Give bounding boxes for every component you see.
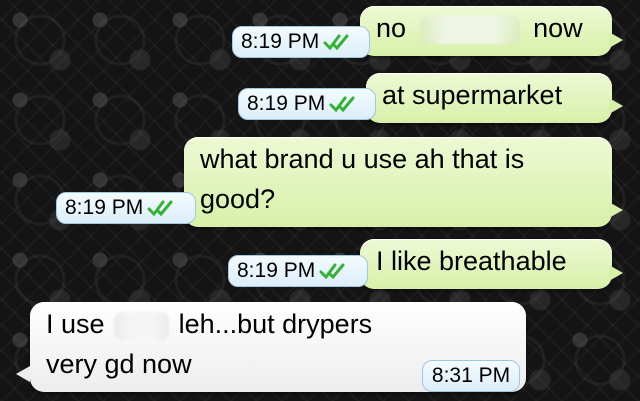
- timestamp: 8:19 PM: [56, 192, 196, 224]
- bubble-tail: [609, 265, 623, 281]
- message-text: now: [533, 13, 583, 43]
- time-text: 8:19 PM: [65, 196, 144, 219]
- time-text: 8:19 PM: [241, 30, 320, 53]
- bubble-tail: [609, 32, 623, 48]
- read-ticks-icon: [147, 200, 173, 217]
- timestamp: 8:19 PM: [232, 26, 370, 58]
- time-text: 8:31 PM: [431, 364, 511, 387]
- timestamp: 8:19 PM: [228, 255, 368, 287]
- bubble-tail: [609, 202, 623, 218]
- outgoing-message[interactable]: I like breathable: [360, 239, 612, 289]
- time-text: 8:19 PM: [247, 92, 326, 115]
- outgoing-message[interactable]: no now: [360, 6, 612, 56]
- message-text: I use: [46, 309, 105, 339]
- outgoing-message[interactable]: what brand u use ah that is good?: [184, 137, 612, 227]
- read-ticks-icon: [319, 263, 345, 280]
- timestamp: 8:31 PM: [422, 360, 520, 392]
- redacted-text: [419, 15, 520, 44]
- redacted-text: [114, 311, 170, 340]
- outgoing-message[interactable]: at supermarket: [366, 73, 612, 123]
- time-text: 8:19 PM: [237, 259, 316, 282]
- read-ticks-icon: [323, 34, 349, 51]
- message-line: good?: [200, 184, 276, 214]
- timestamp: 8:19 PM: [238, 88, 376, 120]
- message-text: leh...but drypers: [178, 309, 373, 339]
- bubble-tail: [16, 366, 30, 382]
- message-line: what brand u use ah that is: [200, 144, 525, 174]
- bubble-tail: [609, 98, 623, 114]
- message-text: no: [376, 13, 407, 43]
- read-ticks-icon: [329, 96, 355, 113]
- message-text: I like breathable: [376, 246, 567, 276]
- message-line: I use leh...but drypers: [46, 304, 510, 344]
- message-text: at supermarket: [382, 80, 563, 110]
- chat-thread: no now 8:19 PM at supermarket 8:19 PM wh…: [0, 0, 640, 401]
